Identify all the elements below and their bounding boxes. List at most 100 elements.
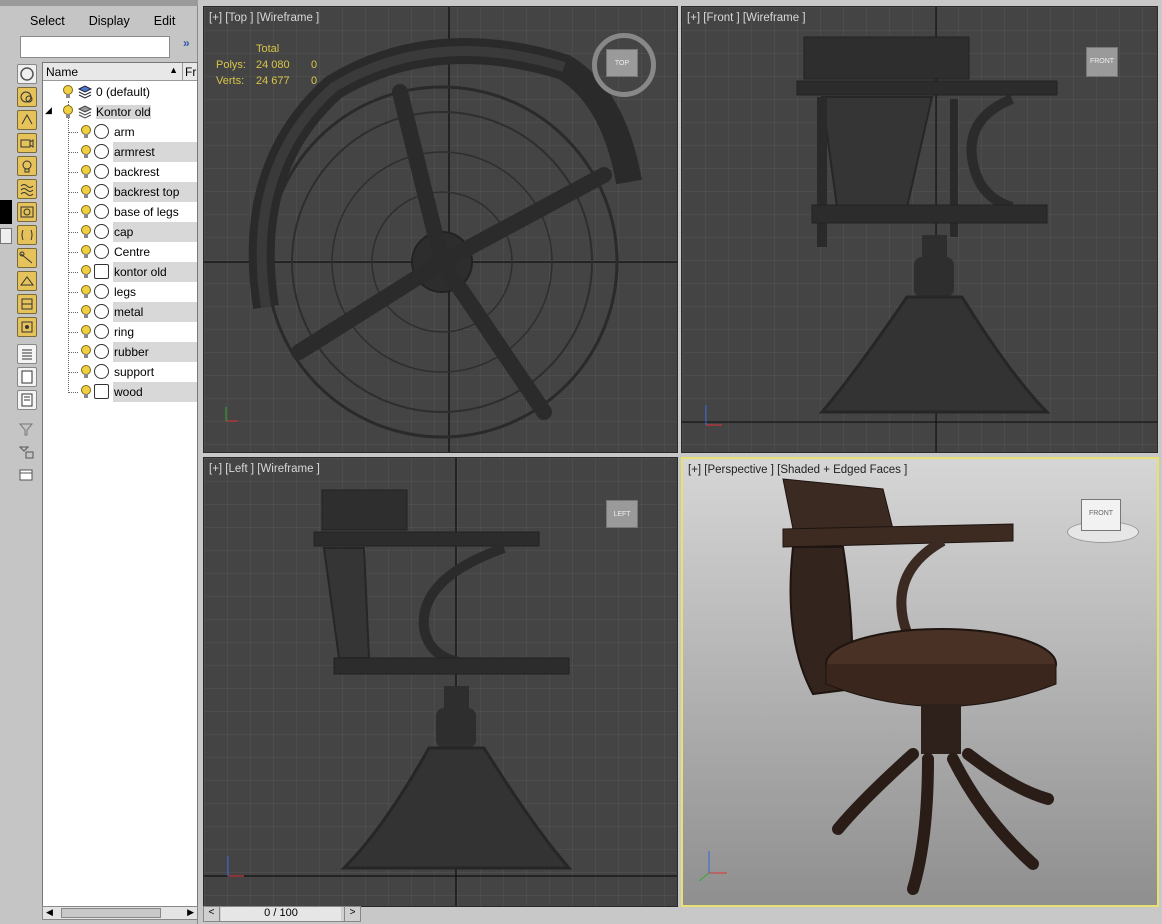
stats-overlay: Total Polys: 24 080 0 Verts: 24 677 0 xyxy=(216,41,317,89)
stats-verts-label: Verts: xyxy=(216,75,245,87)
scrollbar-thumb[interactable] xyxy=(61,908,161,918)
object-icon xyxy=(94,344,109,359)
viewport-front[interactable]: [+] [Front ] [Wireframe ] FRONT xyxy=(681,6,1158,453)
object-icon xyxy=(94,144,109,159)
tree-row-object[interactable]: kontor old xyxy=(43,262,197,282)
spacewarp-filter-icon[interactable] xyxy=(17,179,37,199)
next-frame-button[interactable]: > xyxy=(344,907,360,921)
object-icon xyxy=(94,364,109,379)
tree-row-object[interactable]: wood xyxy=(43,382,197,402)
scene-explorer-panel: Select Display Edit » Name ▲ Fr 0 (defau… xyxy=(0,0,198,924)
lightbulb-icon[interactable] xyxy=(79,324,93,340)
list-icon[interactable] xyxy=(17,344,37,364)
layer-label: Kontor old xyxy=(96,105,151,119)
tree-row-object[interactable]: armrest xyxy=(43,142,197,162)
search-input[interactable] xyxy=(20,36,170,58)
object-icon xyxy=(94,204,109,219)
xref-filter-icon[interactable] xyxy=(17,225,37,245)
tree-horizontal-scrollbar[interactable]: ◀ ▶ xyxy=(42,906,198,920)
side-tab-2[interactable] xyxy=(0,228,12,244)
lightbulb-icon[interactable] xyxy=(79,204,93,220)
helper-filter-icon[interactable] xyxy=(17,271,37,291)
viewport-left[interactable]: [+] [Left ] [Wireframe ] LEFT xyxy=(203,457,678,907)
time-slider-thumb[interactable]: 0 / 100 xyxy=(221,907,341,921)
viewcube-perspective[interactable]: FRONT xyxy=(1081,499,1121,531)
tree-row-object[interactable]: cap xyxy=(43,222,197,242)
tree-row-object[interactable]: metal xyxy=(43,302,197,322)
object-icon xyxy=(94,224,109,239)
group-filter-icon[interactable] xyxy=(17,202,37,222)
menu-edit[interactable]: Edit xyxy=(142,12,188,32)
container-filter-icon[interactable] xyxy=(17,294,37,314)
lightbulb-icon[interactable] xyxy=(79,244,93,260)
tree-row-object[interactable]: support xyxy=(43,362,197,382)
viewcube-left[interactable]: LEFT xyxy=(606,500,638,528)
lightbulb-icon[interactable] xyxy=(79,264,93,280)
filter-toolbar xyxy=(14,62,40,502)
geometry-filter-icon[interactable] xyxy=(17,87,37,107)
shapes-filter-icon[interactable] xyxy=(17,110,37,130)
camera-filter-icon[interactable] xyxy=(17,133,37,153)
column-header-frozen[interactable]: Fr xyxy=(183,63,197,80)
object-icon xyxy=(94,184,109,199)
bone-filter-icon[interactable] xyxy=(17,248,37,268)
lightbulb-icon[interactable] xyxy=(79,144,93,160)
menu-select[interactable]: Select xyxy=(18,12,77,32)
object-label: backrest top xyxy=(114,185,180,199)
stats-polys-label: Polys: xyxy=(216,59,246,71)
lightbulb-icon[interactable] xyxy=(79,304,93,320)
lightbulb-icon[interactable] xyxy=(79,224,93,240)
light-filter-icon[interactable] xyxy=(17,156,37,176)
lightbulb-icon[interactable] xyxy=(79,184,93,200)
lightbulb-icon[interactable] xyxy=(79,164,93,180)
lightbulb-icon[interactable] xyxy=(79,384,93,400)
tree-row-layer[interactable]: 0 (default) xyxy=(43,82,197,102)
display-none-icon[interactable] xyxy=(17,64,37,84)
viewport-top[interactable]: [+] [Top ] [Wireframe ] Total Polys: 24 0… xyxy=(203,6,678,453)
viewcube-front[interactable]: FRONT xyxy=(1086,47,1118,77)
menu-display[interactable]: Display xyxy=(77,12,142,32)
stats-total-label: Total xyxy=(256,43,280,55)
viewport-label-top[interactable]: [+] [Top ] [Wireframe ] xyxy=(209,12,319,24)
blank-page-icon[interactable] xyxy=(17,367,37,387)
lightbulb-icon[interactable] xyxy=(79,344,93,360)
tree-row-object[interactable]: legs xyxy=(43,282,197,302)
filter-list-icon[interactable] xyxy=(17,443,37,463)
funnel-icon[interactable] xyxy=(17,420,37,440)
expand-arrow-icon[interactable]: ◢ xyxy=(45,105,52,116)
tree-row-object[interactable]: base of legs xyxy=(43,202,197,222)
tree-row-object[interactable]: Centre xyxy=(43,242,197,262)
tree-row-object[interactable]: ring xyxy=(43,322,197,342)
tree-row-object[interactable]: backrest xyxy=(43,162,197,182)
lightbulb-icon[interactable] xyxy=(79,124,93,140)
lightbulb-icon[interactable] xyxy=(61,84,75,100)
more-chevron-icon[interactable]: » xyxy=(183,36,190,50)
tree-row-object[interactable]: backrest top xyxy=(43,182,197,202)
tree-row-layer[interactable]: ◢ Kontor old xyxy=(43,102,197,122)
viewport-label-front[interactable]: [+] [Front ] [Wireframe ] xyxy=(687,12,806,24)
layer-icon xyxy=(77,85,93,99)
scroll-left-icon[interactable]: ◀ xyxy=(46,907,53,918)
side-tab[interactable] xyxy=(0,200,12,224)
object-icon xyxy=(94,304,109,319)
object-label: legs xyxy=(114,285,137,299)
tree-header: Name ▲ Fr xyxy=(43,63,197,81)
lightbulb-icon[interactable] xyxy=(61,104,75,120)
viewport-label-left[interactable]: [+] [Left ] [Wireframe ] xyxy=(209,463,320,475)
prev-frame-button[interactable]: < xyxy=(204,907,220,921)
tree-row-object[interactable]: rubber xyxy=(43,342,197,362)
layer-manager-icon[interactable] xyxy=(17,466,37,486)
scene-tree: Name ▲ Fr 0 (default) ◢ Kontor old arm arm… xyxy=(42,62,198,907)
viewport-label-perspective[interactable]: [+] [Perspective ] [Shaded + Edged Faces… xyxy=(688,464,907,476)
viewcube-top[interactable]: TOP xyxy=(606,49,638,77)
lightbulb-icon[interactable] xyxy=(79,284,93,300)
layer-label: 0 (default) xyxy=(96,85,151,99)
document-icon[interactable] xyxy=(17,390,37,410)
tree-row-object[interactable]: arm xyxy=(43,122,197,142)
scroll-right-icon[interactable]: ▶ xyxy=(187,907,194,918)
viewport-perspective[interactable]: [+] [Perspective ] [Shaded + Edged Faces… xyxy=(681,457,1159,907)
column-header-name[interactable]: Name ▲ xyxy=(43,63,183,80)
lightbulb-icon[interactable] xyxy=(79,364,93,380)
time-slider[interactable]: < 0 / 100 > xyxy=(203,906,361,922)
frozen-filter-icon[interactable] xyxy=(17,317,37,337)
